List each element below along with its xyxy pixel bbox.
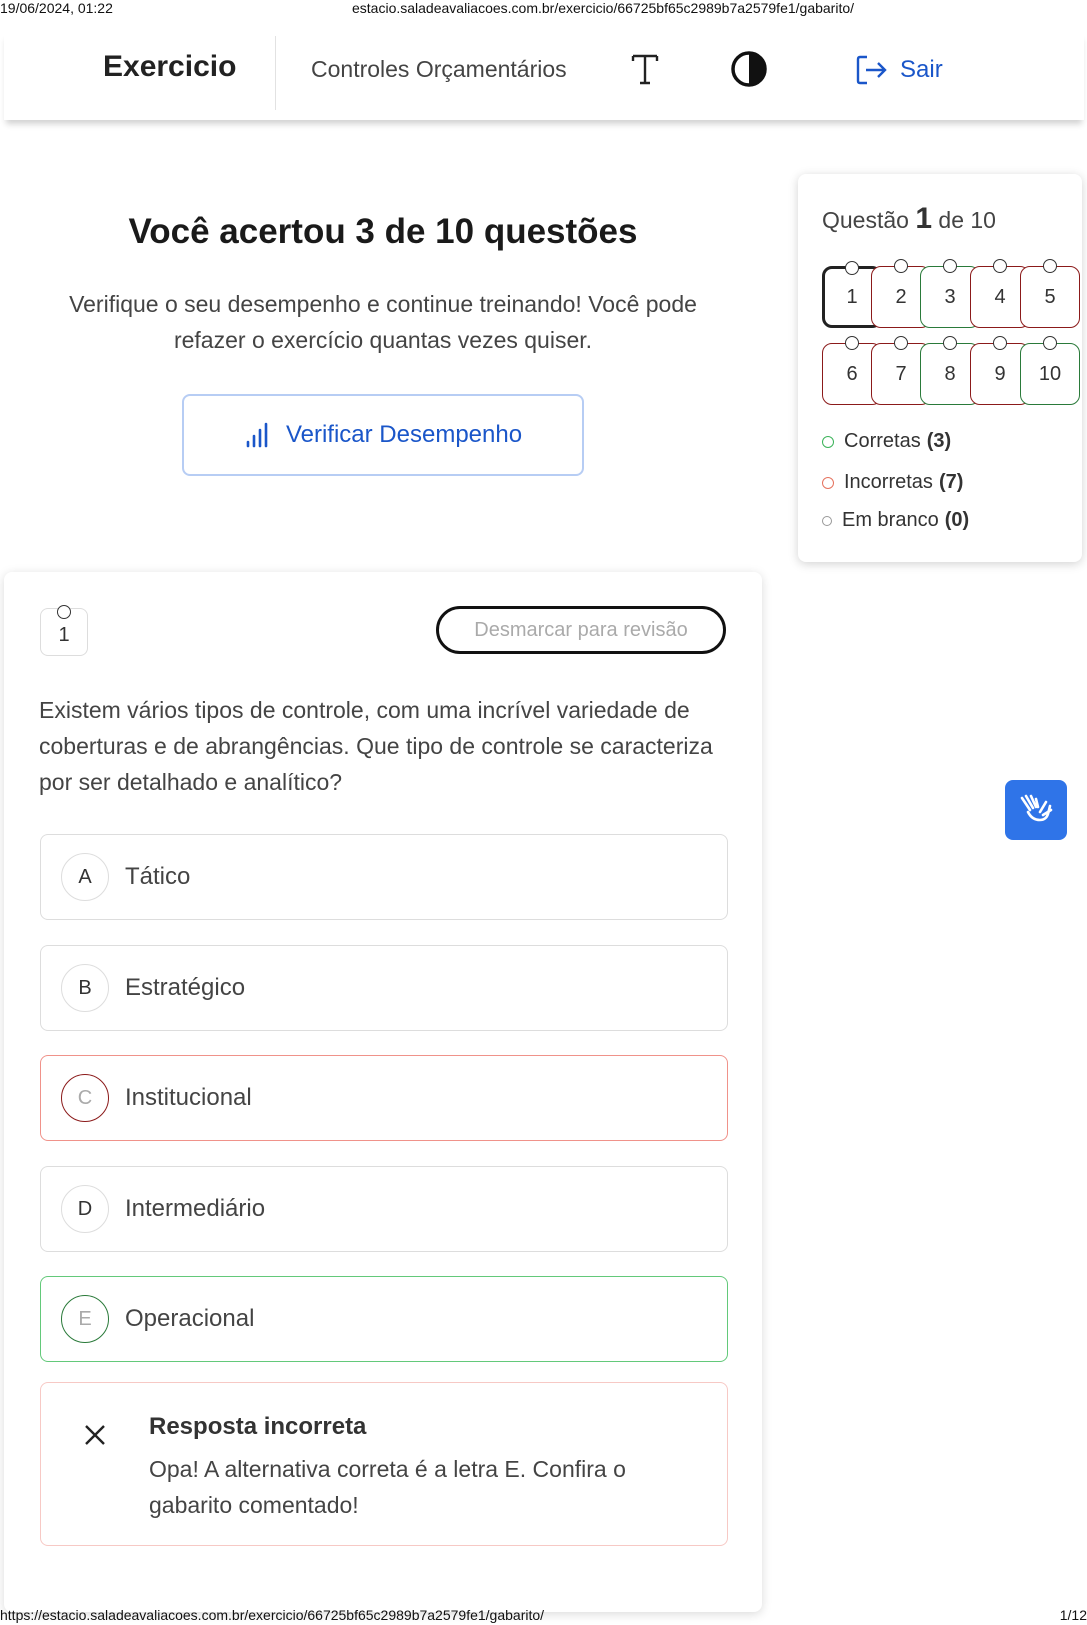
marker-icon xyxy=(1043,336,1057,350)
option-letter: C xyxy=(61,1074,109,1122)
legend-count: (7) xyxy=(938,471,964,493)
bar-chart-icon xyxy=(246,422,268,448)
question-nav-label: 7 xyxy=(895,362,907,385)
question-counter: Questão 1 de 10 xyxy=(822,202,996,236)
exit-label: Sair xyxy=(900,56,943,83)
nav-title: Exercicio xyxy=(103,50,237,83)
legend-label: Corretas xyxy=(844,430,921,452)
question-nav-label: 8 xyxy=(944,362,956,385)
result-title: Você acertou 3 de 10 questões xyxy=(128,212,638,251)
question-number: 1 xyxy=(58,624,70,646)
print-datetime: 19/06/2024, 01:22 xyxy=(0,0,113,16)
question-nav-label: 2 xyxy=(895,285,907,308)
navbar: Exercicio Controles Orçamentários Sair xyxy=(4,32,1084,120)
circle-icon xyxy=(822,476,834,489)
unmark-review-button[interactable]: Desmarcar para revisão xyxy=(436,606,726,654)
marker-icon xyxy=(894,259,908,273)
feedback-title: Resposta incorreta xyxy=(149,1413,367,1440)
question-nav-label: 3 xyxy=(944,285,956,308)
circle-icon xyxy=(822,515,832,526)
question-nav-label: 9 xyxy=(994,362,1006,385)
current-question-number: 1 xyxy=(915,202,933,235)
option-letter: D xyxy=(61,1185,109,1233)
nav-subject: Controles Orçamentários xyxy=(311,56,567,82)
option-a[interactable]: A Tático xyxy=(40,834,728,920)
question-nav-label: 6 xyxy=(846,362,858,385)
marker-icon xyxy=(845,261,859,275)
result-subtitle: Verifique o seu desempenho e continue tr… xyxy=(69,291,697,353)
question-nav-label: 1 xyxy=(846,285,858,308)
question-number-badge: 1 xyxy=(40,605,88,656)
marker-icon xyxy=(943,336,957,350)
option-b[interactable]: B Estratégico xyxy=(40,945,728,1031)
marker-icon xyxy=(845,336,859,350)
marker-icon xyxy=(943,259,957,273)
footer-page-number: 1/12 xyxy=(1059,1607,1087,1623)
logout-icon xyxy=(856,55,887,85)
option-text: Institucional xyxy=(125,1084,252,1111)
exit-button[interactable]: Sair xyxy=(854,52,943,88)
legend-count: (0) xyxy=(944,509,970,531)
question-text: Existem vários tipos de controle, com um… xyxy=(39,697,713,795)
question-nav-label: 10 xyxy=(1038,362,1062,385)
question-nav-button[interactable]: 5 xyxy=(1020,259,1080,328)
legend-correct: Corretas (3) xyxy=(822,430,951,453)
font-size-icon[interactable] xyxy=(630,52,660,86)
option-text: Operacional xyxy=(125,1305,255,1332)
circle-icon xyxy=(822,435,834,448)
print-footer: https://estacio.saladeavaliacoes.com.br/… xyxy=(0,1607,1087,1625)
print-header: 19/06/2024, 01:22 estacio.saladeavaliaco… xyxy=(0,0,1087,16)
feedback-text: Opa! A alternativa correta é a letra E. … xyxy=(149,1456,626,1518)
option-d[interactable]: D Intermediário xyxy=(40,1166,728,1252)
nav-divider xyxy=(275,36,276,110)
marker-icon xyxy=(1043,259,1057,273)
legend-incorrect: Incorretas (7) xyxy=(822,471,963,494)
sign-language-hands-icon xyxy=(1020,794,1053,822)
option-e[interactable]: E Operacional xyxy=(40,1276,728,1362)
option-letter: A xyxy=(61,853,109,901)
question-suffix: de 10 xyxy=(938,207,996,233)
contrast-icon[interactable] xyxy=(730,50,768,88)
marker-icon xyxy=(993,336,1007,350)
answer-feedback: Resposta incorreta Opa! A alternativa co… xyxy=(40,1382,728,1546)
marker-icon xyxy=(894,336,908,350)
close-icon xyxy=(85,1425,105,1445)
question-prefix: Questão xyxy=(822,207,909,233)
option-letter: B xyxy=(61,964,109,1012)
question-card: 1 Desmarcar para revisão Existem vários … xyxy=(4,572,762,1612)
question-nav-button[interactable]: 10 xyxy=(1020,336,1080,405)
option-text: Intermediário xyxy=(125,1195,266,1222)
legend-label: Incorretas xyxy=(844,471,933,493)
marker-icon xyxy=(993,259,1007,273)
question-nav-label: 4 xyxy=(994,285,1006,308)
verify-performance-label: Verificar Desempenho xyxy=(285,421,523,448)
legend-count: (3) xyxy=(926,430,952,452)
question-nav-label: 5 xyxy=(1044,285,1056,308)
option-letter: E xyxy=(61,1295,109,1343)
question-navigator: Questão 1 de 10 1 2 3 4 5 6 7 8 9 10 Cor… xyxy=(798,174,1082,562)
legend-blank: Em branco (0) xyxy=(822,509,969,532)
option-text: Tático xyxy=(125,863,191,890)
marker-icon xyxy=(57,605,71,619)
sign-language-button[interactable] xyxy=(1005,780,1067,840)
footer-url: https://estacio.saladeavaliacoes.com.br/… xyxy=(0,1607,545,1623)
option-c[interactable]: C Institucional xyxy=(40,1055,728,1141)
verify-performance-button[interactable]: Verificar Desempenho xyxy=(182,394,584,476)
option-text: Estratégico xyxy=(125,974,246,1001)
legend-label: Em branco xyxy=(842,509,939,531)
print-url: estacio.saladeavaliacoes.com.br/exercici… xyxy=(352,0,855,16)
